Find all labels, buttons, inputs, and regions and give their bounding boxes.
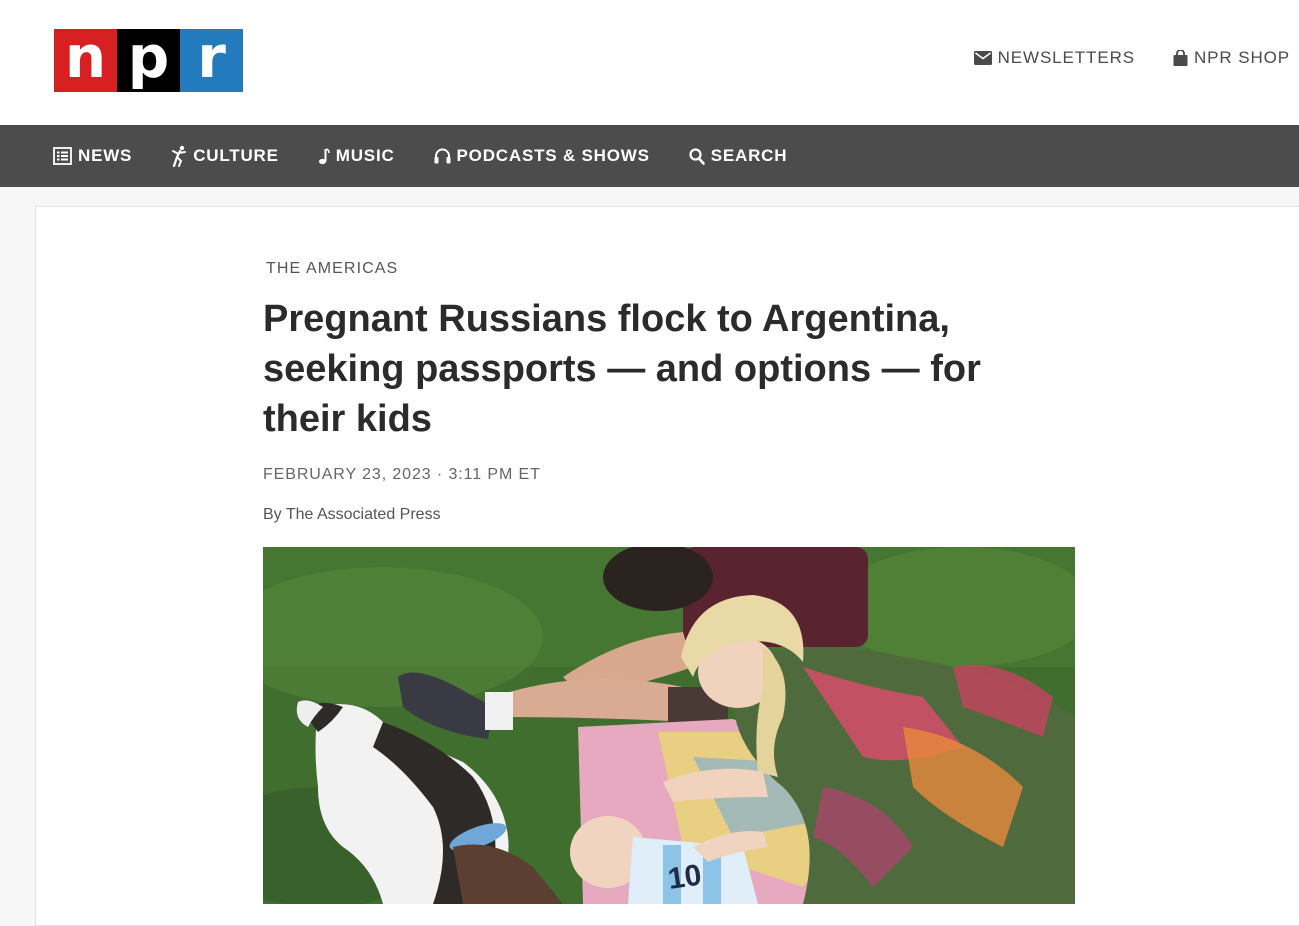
nav-label-news: NEWS	[78, 146, 133, 165]
nav-item-news[interactable]: NEWS	[53, 146, 132, 166]
nav-label-music: MUSIC	[335, 146, 395, 165]
article-lead-photo[interactable]: 10	[263, 547, 1075, 904]
article-headline: Pregnant Russians flock to Argentina, se…	[263, 298, 981, 440]
newsletters-label: NEWSLETTERS	[997, 48, 1135, 67]
logo-letter-r: r	[180, 28, 243, 92]
nav-label-search: SEARCH	[710, 146, 788, 165]
article-byline: By The Associated Press	[263, 506, 441, 523]
npr-shop-label: NPR SHOP	[1194, 48, 1290, 67]
dancer-icon	[171, 145, 187, 167]
nav-label-culture: CULTURE	[193, 146, 279, 165]
utility-links: NEWSLETTERS NPR SHOP	[973, 48, 1290, 68]
nav-item-music[interactable]: MUSIC	[318, 146, 395, 166]
article-dateline: FEBRUARY 23, 2023 · 3:11 PM ET	[263, 466, 541, 483]
envelope-icon	[973, 51, 992, 65]
nav-item-culture[interactable]: CULTURE	[171, 145, 279, 167]
headphones-icon	[434, 148, 451, 164]
jersey-number: 10	[666, 859, 704, 896]
main-nav: NEWS CULTURE MUSIC PODCASTS & SHOWS SEAR…	[0, 125, 1299, 187]
list-icon	[53, 147, 72, 165]
nav-label-podcasts-shows: PODCASTS & SHOWS	[456, 146, 650, 165]
nav-item-search[interactable]: SEARCH	[689, 146, 788, 166]
shopping-bag-icon	[1173, 50, 1188, 66]
npr-logo[interactable]: n p r	[54, 28, 243, 92]
logo-letter-p: p	[117, 28, 180, 92]
newsletters-link[interactable]: NEWSLETTERS	[973, 48, 1135, 68]
search-icon	[689, 147, 705, 165]
music-note-icon	[318, 147, 330, 165]
nav-item-podcasts-shows[interactable]: PODCASTS & SHOWS	[434, 146, 650, 166]
article-section-slug[interactable]: THE AMERICAS	[266, 260, 398, 278]
logo-letter-n: n	[54, 28, 117, 92]
site-header: n p r NEWSLETTERS NPR SHOP	[0, 0, 1299, 125]
npr-shop-link[interactable]: NPR SHOP	[1173, 48, 1290, 68]
